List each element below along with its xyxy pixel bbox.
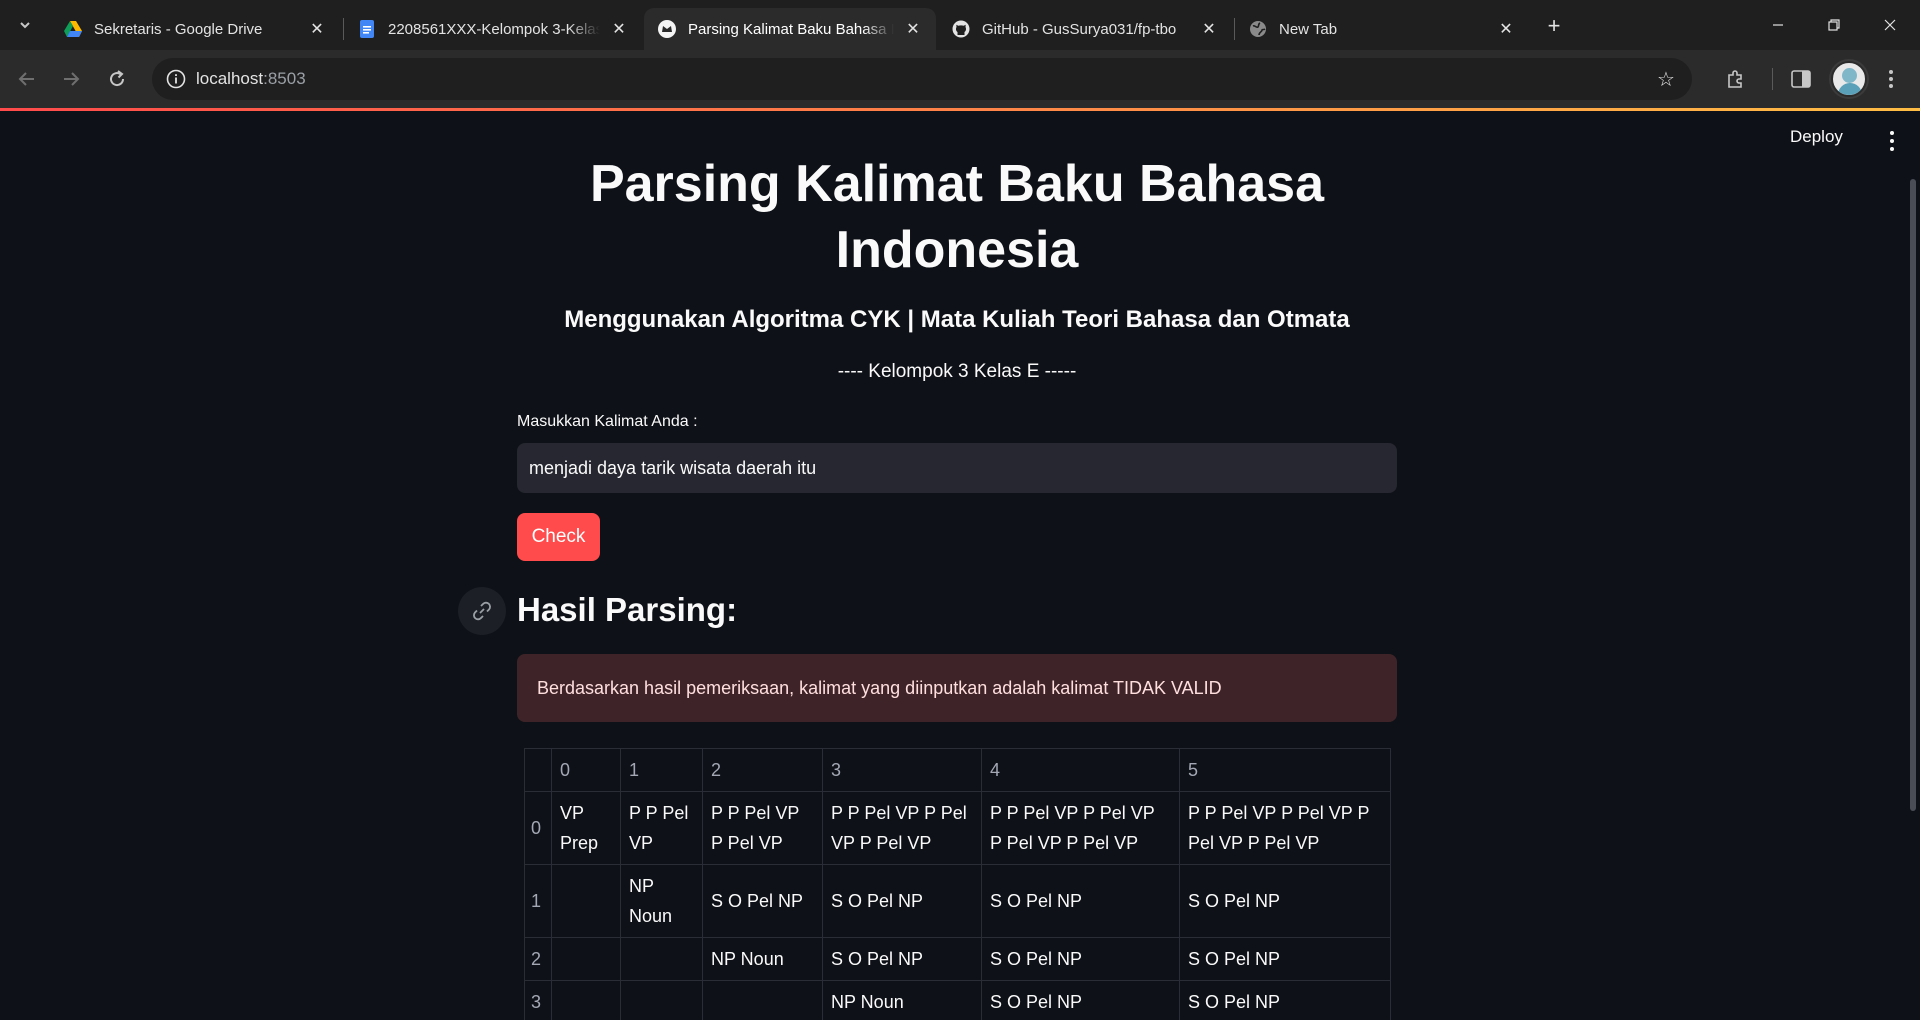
table-header-cell: 3 — [822, 748, 982, 792]
row-index: 2 — [524, 937, 552, 981]
tab-title: New Tab — [1279, 20, 1338, 38]
tab-title: 2208561XXX-Kelompok 3-Kelas E — [388, 20, 600, 38]
table-cell: P P Pel VP P Pel VP P Pel VP P Pel VP — [981, 791, 1180, 865]
table-header-row: 0 1 2 3 4 5 — [524, 748, 1391, 792]
reload-icon[interactable] — [102, 64, 132, 94]
tab-title: GitHub - GusSurya031/fp-tbo — [982, 20, 1177, 38]
tab-title: Parsing Kalimat Baku Bahasa Indonesia — [688, 20, 894, 38]
table-header-cell — [524, 748, 552, 792]
browser-menu-icon[interactable] — [1876, 64, 1906, 94]
check-button[interactable]: Check — [517, 513, 600, 561]
table-header-cell: 5 — [1179, 748, 1391, 792]
table-cell — [551, 980, 621, 1020]
table-cell: NP Noun — [620, 864, 703, 938]
row-index: 0 — [524, 791, 552, 865]
restore-icon[interactable] — [1806, 0, 1862, 50]
table-cell: S O Pel NP — [822, 937, 982, 981]
result-heading: Hasil Parsing: — [517, 591, 738, 628]
table-cell — [551, 937, 621, 981]
cyk-table: 0 1 2 3 4 5 0 VP Prep P P Pel VP P P Pel… — [524, 748, 1391, 1020]
close-tab-icon[interactable]: ✕ — [306, 18, 328, 40]
close-tab-icon[interactable]: ✕ — [1495, 18, 1517, 40]
table-row: 3 NP Noun S O Pel NP S O Pel NP — [524, 980, 1391, 1020]
table-cell — [620, 980, 703, 1020]
close-tab-icon[interactable]: ✕ — [608, 18, 630, 40]
tab-google-docs[interactable]: 2208561XXX-Kelompok 3-Kelas E ✕ — [344, 8, 642, 50]
link-icon[interactable] — [458, 587, 506, 635]
back-arrow-icon[interactable] — [12, 64, 42, 94]
tab-streamlit-app[interactable]: Parsing Kalimat Baku Bahasa Indonesia ✕ — [644, 8, 936, 50]
deploy-button[interactable]: Deploy — [1790, 127, 1843, 147]
table-cell: S O Pel NP — [1179, 864, 1391, 938]
table-cell: P P Pel VP P Pel VP P Pel VP P Pel VP — [1179, 791, 1391, 865]
sentence-input[interactable] — [517, 443, 1397, 493]
close-tab-icon[interactable]: ✕ — [1198, 18, 1220, 40]
group-caption: ---- Kelompok 3 Kelas E ----- — [837, 361, 1077, 382]
google-drive-icon — [64, 20, 82, 38]
close-tab-icon[interactable]: ✕ — [902, 18, 924, 40]
table-cell: S O Pel NP — [1179, 980, 1391, 1020]
github-icon — [952, 20, 970, 38]
table-cell: P P Pel VP — [620, 791, 703, 865]
table-cell — [702, 980, 823, 1020]
app-container: Deploy Parsing Kalimat Baku Bahasa Indon… — [0, 111, 1920, 1020]
close-window-icon[interactable] — [1862, 0, 1918, 50]
tab-strip: Sekretaris - Google Drive ✕ 2208561XXX-K… — [0, 0, 1920, 50]
tab-github[interactable]: GitHub - GusSurya031/fp-tbo ✕ — [938, 8, 1232, 50]
new-tab-plus-icon[interactable]: + — [1540, 12, 1568, 40]
tab-new-tab[interactable]: New Tab ✕ — [1235, 8, 1529, 50]
table-row: 2 NP Noun S O Pel NP S O Pel NP S O Pel … — [524, 937, 1391, 981]
address-bar[interactable]: localhost:8503 ☆ — [152, 58, 1692, 100]
site-info-icon[interactable] — [164, 67, 188, 91]
table-cell: S O Pel NP — [981, 980, 1180, 1020]
table-header-cell: 2 — [702, 748, 823, 792]
url-port: :8503 — [263, 69, 306, 88]
app-menu-icon[interactable] — [1882, 129, 1902, 153]
table-cell: S O Pel NP — [702, 864, 823, 938]
profile-avatar[interactable] — [1831, 61, 1867, 97]
side-panel-icon[interactable] — [1786, 64, 1816, 94]
table-cell: P P Pel VP P Pel VP P Pel VP — [822, 791, 982, 865]
result-error-alert: Berdasarkan hasil pemeriksaan, kalimat y… — [517, 654, 1397, 722]
table-row: 0 VP Prep P P Pel VP P P Pel VP P Pel VP… — [524, 791, 1391, 865]
extensions-puzzle-icon[interactable] — [1721, 64, 1751, 94]
globe-icon — [1249, 20, 1267, 38]
table-header-cell: 1 — [620, 748, 703, 792]
table-cell: S O Pel NP — [822, 864, 982, 938]
table-cell: S O Pel NP — [1179, 937, 1391, 981]
table-row: 1 NP Noun S O Pel NP S O Pel NP S O Pel … — [524, 864, 1391, 938]
table-cell: VP Prep — [551, 791, 621, 865]
table-cell: S O Pel NP — [981, 937, 1180, 981]
page-scrollbar[interactable] — [1910, 179, 1916, 811]
page-title: Parsing Kalimat Baku Bahasa Indonesia — [589, 155, 1325, 279]
tab-google-drive[interactable]: Sekretaris - Google Drive ✕ — [50, 8, 340, 50]
address-url: localhost:8503 — [196, 69, 306, 89]
table-cell: NP Noun — [822, 980, 982, 1020]
tab-search-chevron-icon[interactable] — [12, 12, 38, 38]
table-cell: NP Noun — [702, 937, 823, 981]
google-docs-icon — [358, 20, 376, 38]
table-cell: S O Pel NP — [981, 864, 1180, 938]
minimize-icon[interactable] — [1750, 0, 1806, 50]
forward-arrow-icon[interactable] — [56, 64, 86, 94]
table-header-cell: 0 — [551, 748, 621, 792]
browser-toolbar: localhost:8503 ☆ — [0, 50, 1920, 108]
page-subtitle: Menggunakan Algoritma CYK | Mata Kuliah … — [564, 306, 1350, 333]
table-cell: P P Pel VP P Pel VP — [702, 791, 823, 865]
result-message: Berdasarkan hasil pemeriksaan, kalimat y… — [537, 677, 1222, 698]
row-index: 3 — [524, 980, 552, 1020]
table-cell — [620, 937, 703, 981]
bookmark-star-icon[interactable]: ☆ — [1654, 67, 1678, 91]
streamlit-icon — [658, 20, 676, 38]
table-header-cell: 4 — [981, 748, 1180, 792]
row-index: 1 — [524, 864, 552, 938]
sentence-input-label: Masukkan Kalimat Anda : — [517, 413, 698, 430]
tab-title: Sekretaris - Google Drive — [94, 20, 263, 38]
table-cell — [551, 864, 621, 938]
url-host: localhost — [196, 69, 264, 88]
